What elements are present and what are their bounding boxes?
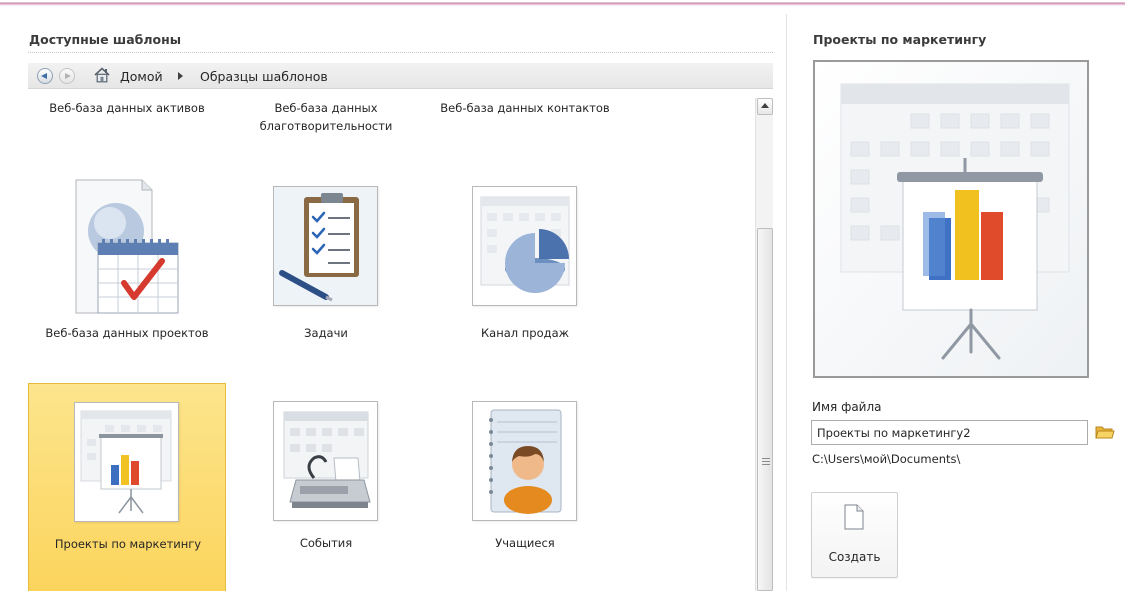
template-tile-marketing-projects[interactable]: Проекты по маркетингу bbox=[28, 383, 226, 591]
web-project-database-icon bbox=[74, 179, 179, 314]
grip-icon bbox=[762, 458, 770, 459]
tasks-clipboard-icon bbox=[273, 186, 378, 306]
template-label-assets[interactable]: Веб-база данных активов bbox=[28, 99, 226, 117]
template-tile-sales-pipeline[interactable]: Канал продаж bbox=[426, 170, 624, 360]
available-templates-pane: Доступные шаблоны Домой Образцы шаблонов… bbox=[0, 6, 786, 591]
home-icon[interactable] bbox=[93, 66, 111, 84]
new-document-icon bbox=[844, 504, 864, 530]
template-tile-tasks[interactable]: Задачи bbox=[227, 170, 425, 360]
events-icon bbox=[273, 401, 378, 521]
scrollbar-thumb[interactable] bbox=[757, 228, 773, 591]
breadcrumb-bar: Домой Образцы шаблонов bbox=[28, 63, 773, 89]
template-gallery: Веб-база данных активов Веб-база данных … bbox=[28, 90, 755, 591]
create-button[interactable]: Создать bbox=[811, 492, 898, 578]
breadcrumb-home[interactable]: Домой bbox=[120, 69, 163, 84]
template-label: Учащиеся bbox=[495, 536, 555, 550]
template-preview-image bbox=[813, 60, 1089, 378]
file-name-label: Имя файла bbox=[812, 400, 882, 414]
breadcrumb-current: Образцы шаблонов bbox=[200, 69, 328, 84]
browse-folder-icon[interactable] bbox=[1095, 422, 1115, 442]
forward-arrow-icon[interactable] bbox=[59, 68, 75, 84]
template-tile-events[interactable]: События bbox=[227, 383, 425, 591]
back-arrow-icon[interactable] bbox=[37, 68, 53, 84]
create-button-label: Создать bbox=[828, 550, 881, 564]
template-label: События bbox=[299, 536, 353, 550]
template-tile-students[interactable]: Учащиеся bbox=[426, 383, 624, 591]
template-label: Проекты по маркетингу bbox=[54, 537, 202, 551]
template-tile-web-projects[interactable]: Веб-база данных проектов bbox=[28, 170, 226, 360]
template-label: Канал продаж bbox=[481, 326, 569, 340]
students-icon bbox=[472, 401, 577, 521]
preview-title: Проекты по маркетингу bbox=[813, 32, 987, 47]
template-label: Задачи bbox=[304, 326, 348, 340]
template-label-contacts[interactable]: Веб-база данных контактов bbox=[426, 99, 624, 117]
breadcrumb-separator-icon bbox=[178, 72, 183, 80]
available-templates-title: Доступные шаблоны bbox=[29, 32, 182, 47]
section-divider bbox=[28, 52, 773, 53]
scroll-up-arrow-icon[interactable] bbox=[757, 98, 773, 115]
gallery-scrollbar[interactable] bbox=[755, 98, 773, 591]
file-name-input[interactable] bbox=[811, 420, 1088, 445]
file-path: C:\Users\мой\Documents\ bbox=[812, 452, 961, 466]
template-details-pane: Проекты по маркетингу Имя файла Проекты … bbox=[787, 0, 1125, 591]
template-label-charity[interactable]: Веб-база данных благотворительности bbox=[227, 99, 425, 135]
sales-pipeline-icon bbox=[472, 186, 577, 306]
marketing-projects-icon bbox=[74, 402, 179, 522]
template-label: Веб-база данных проектов bbox=[45, 326, 209, 340]
